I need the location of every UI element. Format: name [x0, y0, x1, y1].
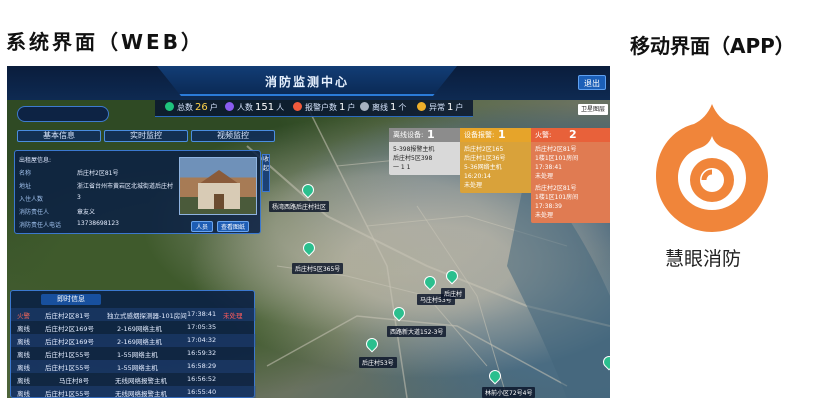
- tab-video-monitor[interactable]: 视频监控: [191, 130, 275, 142]
- stat-alarm-households: 报警户数 1 户: [293, 102, 355, 113]
- web-dashboard-screenshot: 消防监测中心 退出 总数 26 户 人数 151 人 报警户数 1 户 离线 1 个 异常 1 户 …: [7, 66, 610, 398]
- table-row[interactable]: 离线 后庄村1区55号 1-55网络主机 16:58:29: [11, 360, 256, 373]
- house-icon: [165, 102, 174, 111]
- realtime-header[interactable]: 即时信息: [41, 294, 101, 305]
- map-label: 杨湾西路后庄村社区: [269, 201, 330, 212]
- app-name: 慧眼消防: [665, 248, 742, 270]
- table-row[interactable]: 离线 后庄村1区55号 无线网络报警主机 16:55:40: [11, 386, 256, 398]
- info-label: 地址: [19, 183, 32, 190]
- map-label: 西路新大道152-3号: [387, 326, 447, 337]
- stat-total: 总数 26 户: [165, 102, 218, 113]
- table-row[interactable]: 离线 马庄村8号 无线网络报警主机 16:56:52: [11, 373, 256, 386]
- info-label: 消防责任人电话: [19, 222, 62, 229]
- web-section-heading: 系统界面（WEB）: [6, 30, 204, 54]
- stat-offline: 离线 1 个: [360, 102, 406, 113]
- info-heading: 出租屋信息:: [19, 157, 52, 164]
- map-label: 林前小区72号4号: [482, 387, 536, 398]
- collapse-panel-button[interactable]: 收起: [262, 154, 270, 192]
- stats-bar: 总数 26 户 人数 151 人 报警户数 1 户 离线 1 个 异常 1 户: [155, 100, 473, 117]
- card-header: 设备报警: 1: [460, 128, 540, 142]
- exit-button[interactable]: 退出: [578, 75, 606, 90]
- offline-icon: [360, 102, 369, 111]
- card-body: 后庄村2区81号 1楼1区101房间 17:38:41 未处理 后庄村2区81号…: [535, 146, 579, 219]
- warning-icon: [417, 102, 426, 111]
- info-label: 名称: [19, 170, 32, 177]
- info-label: 入住人数: [19, 196, 44, 203]
- view-drawing-button[interactable]: 查看图纸: [217, 221, 249, 232]
- realtime-info-panel: 即时信息 火警 后庄村2区81号 独立式感烟探测器-101房间 17:38:41…: [10, 290, 256, 398]
- info-value: 浙江省台州市黄岩区北城街道后庄村: [77, 183, 174, 190]
- device-alarm-card[interactable]: 设备报警: 1 后庄村2区165 后庄村1区36号 5-36网络主机 16:20:…: [460, 128, 540, 193]
- house-photo: [179, 157, 257, 215]
- satellite-layer-toggle[interactable]: 卫星图层: [578, 104, 608, 115]
- card-header: 离线设备: 1: [389, 128, 469, 142]
- app-section-heading: 移动界面（APP）: [630, 34, 795, 58]
- info-value: 3: [77, 194, 81, 201]
- info-value: 13738698123: [77, 220, 119, 227]
- card-body: 5-398报警主机 后庄村5区398 一 1 1: [393, 146, 435, 171]
- table-row[interactable]: 离线 后庄村1区55号 1-55网络主机 16:59:32: [11, 347, 256, 360]
- fire-alarm-card[interactable]: 火警: 2 后庄村2区81号 1楼1区101房间 17:38:41 未处理 后庄村…: [531, 128, 610, 223]
- info-value: 后庄村2区81号: [77, 170, 119, 177]
- app-logo-icon: [656, 104, 768, 232]
- table-row[interactable]: 离线 后庄村2区169号 2-169网络主机 17:04:32: [11, 334, 256, 347]
- table-row[interactable]: 火警 后庄村2区81号 独立式感烟探测器-101房间 17:38:41 未处理: [11, 308, 256, 321]
- info-label: 消防责任人: [19, 209, 50, 216]
- tab-basic-info[interactable]: 基本信息: [17, 130, 101, 142]
- map-label: 后庄村: [441, 288, 466, 299]
- page-title: 消防监测中心: [264, 75, 349, 89]
- stat-abnormal: 异常 1 户: [417, 102, 463, 113]
- card-header: 火警: 2: [531, 128, 610, 142]
- search-input[interactable]: [17, 106, 109, 122]
- slide: 系统界面（WEB） 移动界面（APP） 消防监测中心 退出 总数 26 户 人数 15…: [0, 0, 821, 420]
- tab-realtime-monitor[interactable]: 实时监控: [104, 130, 188, 142]
- map-label: 后庄村53号: [359, 357, 397, 368]
- info-value: 章友义: [77, 209, 96, 216]
- rental-info-panel: 出租屋信息: 名称 后庄村2区81号 地址 浙江省台州市黄岩区北城街道后庄村 入…: [14, 150, 261, 234]
- offline-devices-card[interactable]: 离线设备: 1 5-398报警主机 后庄村5区398 一 1 1: [389, 128, 469, 175]
- people-button[interactable]: 人员: [191, 221, 213, 232]
- map-label: 后庄村5区365号: [292, 263, 344, 274]
- stat-people: 人数 151 人: [225, 102, 284, 113]
- card-body: 后庄村2区165 后庄村1区36号 5-36网络主机 16:20:14 未处理: [464, 146, 506, 189]
- fire-icon: [293, 102, 302, 111]
- table-row[interactable]: 离线 后庄村2区169号 2-169网络主机 17:05:35: [11, 321, 256, 334]
- person-icon: [225, 102, 234, 111]
